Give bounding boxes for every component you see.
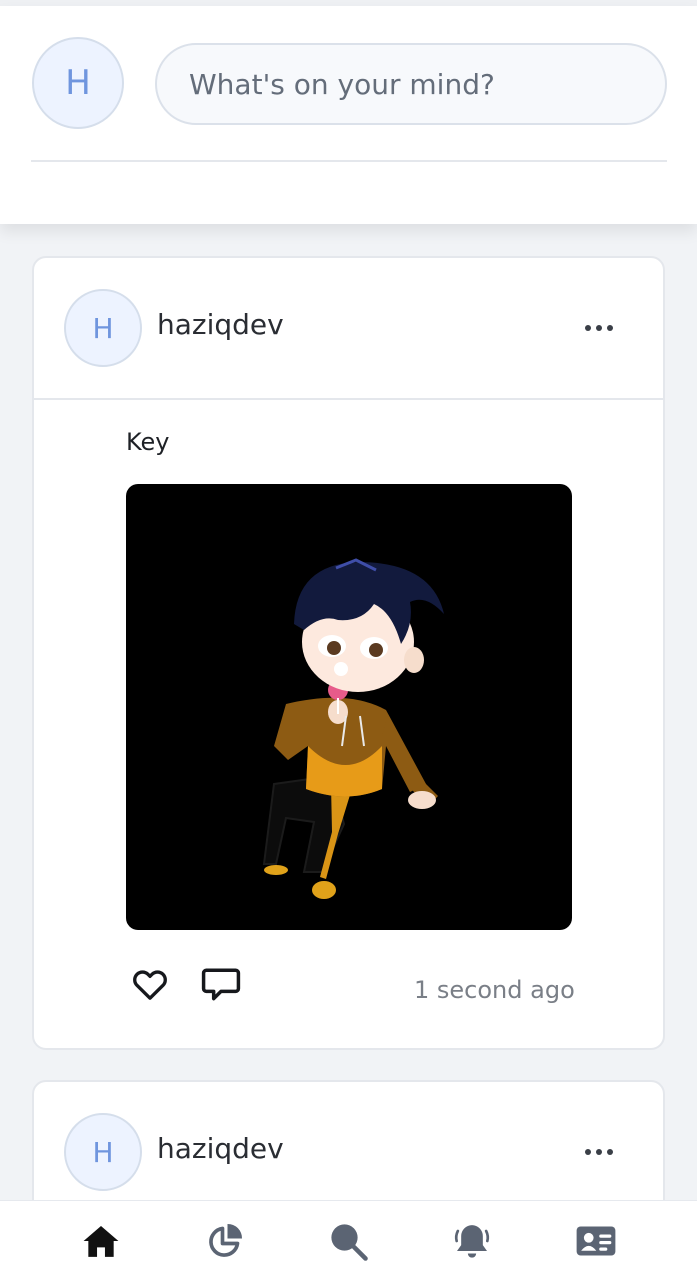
post-author-avatar[interactable]: H bbox=[64, 289, 142, 367]
more-horizontal-icon bbox=[585, 325, 613, 331]
pie-chart-icon bbox=[209, 1223, 243, 1257]
post-author-name[interactable]: haziqdev bbox=[157, 308, 284, 341]
speech-bubble-icon bbox=[201, 968, 241, 1001]
bottom-navigation bbox=[0, 1200, 697, 1280]
post-text: Key bbox=[126, 428, 170, 456]
post-more-button[interactable] bbox=[574, 308, 624, 348]
bell-icon bbox=[454, 1225, 490, 1258]
post-timestamp: 1 second ago bbox=[414, 976, 575, 1004]
post-more-button[interactable] bbox=[574, 1132, 624, 1172]
post-composer: H What's on your mind? bbox=[0, 6, 697, 224]
feed-page: H What's on your mind? H haziqdev Key 1 … bbox=[0, 0, 697, 1280]
composer-avatar[interactable]: H bbox=[32, 37, 124, 129]
search-icon bbox=[331, 1224, 368, 1261]
post-header-divider bbox=[34, 398, 663, 400]
like-button[interactable] bbox=[130, 964, 170, 1004]
post-image[interactable] bbox=[126, 484, 572, 930]
nav-search[interactable] bbox=[324, 1219, 372, 1263]
nav-profile[interactable] bbox=[572, 1219, 620, 1263]
heart-icon bbox=[133, 970, 167, 1000]
profile-card-icon bbox=[576, 1226, 616, 1256]
post-author-avatar[interactable]: H bbox=[64, 1113, 142, 1191]
comment-button[interactable] bbox=[198, 962, 244, 1006]
composer-divider bbox=[31, 160, 667, 162]
chibi-illustration bbox=[262, 558, 444, 899]
whats-on-your-mind-input[interactable]: What's on your mind? bbox=[155, 43, 667, 125]
post-author-name[interactable]: haziqdev bbox=[157, 1132, 284, 1165]
nav-notifications[interactable] bbox=[448, 1219, 496, 1263]
nav-home[interactable] bbox=[77, 1219, 125, 1263]
more-horizontal-icon bbox=[585, 1149, 613, 1155]
nav-stats[interactable] bbox=[201, 1219, 249, 1263]
post-card: H haziqdev Key 1 second ago bbox=[32, 256, 665, 1050]
home-icon bbox=[83, 1225, 119, 1257]
